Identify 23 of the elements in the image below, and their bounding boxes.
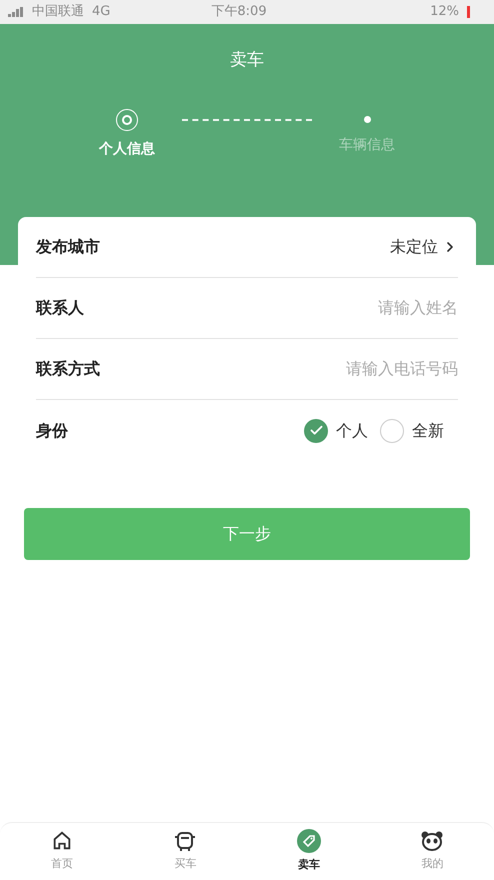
battery-icon bbox=[467, 6, 470, 18]
step-label: 个人信息 bbox=[99, 140, 155, 158]
field-label: 联系人 bbox=[36, 297, 84, 319]
page-title: 卖车 bbox=[230, 49, 264, 72]
signal-icon bbox=[8, 7, 24, 17]
bus-icon bbox=[173, 830, 198, 852]
field-label: 发布城市 bbox=[36, 236, 100, 258]
battery-text: 12% bbox=[430, 3, 459, 22]
radio-option[interactable]: 全新 bbox=[380, 418, 444, 442]
radio-option[interactable]: 个人 bbox=[304, 418, 368, 442]
tab-item[interactable]: 卖车 bbox=[247, 823, 370, 880]
time-text: 下午8:09 bbox=[210, 3, 268, 22]
panda-icon bbox=[420, 830, 444, 852]
input-field[interactable]: 请输入电话号码 bbox=[258, 357, 458, 381]
field-label: 联系方式 bbox=[36, 358, 100, 380]
tag-icon bbox=[296, 829, 321, 854]
field-label: 身份 bbox=[36, 420, 68, 442]
carrier-text: 中国联通 bbox=[32, 3, 84, 22]
input-field[interactable]: 请输入姓名 bbox=[258, 296, 458, 320]
network-text: 4G bbox=[92, 3, 110, 22]
current-step-icon bbox=[116, 108, 138, 130]
city-select[interactable]: 未定位 bbox=[390, 235, 458, 259]
step-label: 车辆信息 bbox=[339, 136, 395, 154]
